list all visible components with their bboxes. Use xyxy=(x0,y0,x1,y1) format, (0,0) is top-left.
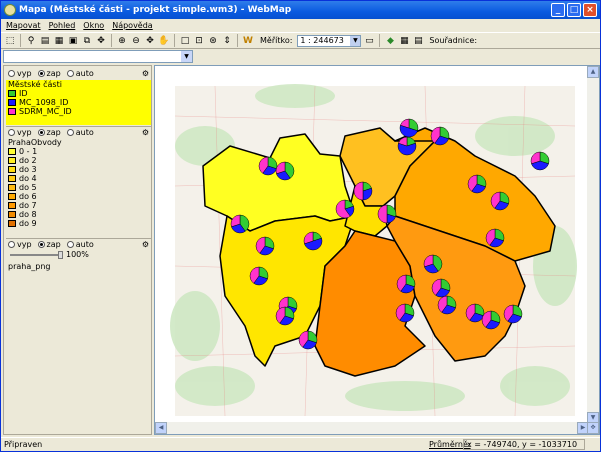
layer-title: Městské části xyxy=(8,80,62,89)
layer-name: praha_png xyxy=(8,262,51,271)
legend-item: ID xyxy=(6,89,151,98)
zoom-in-icon[interactable]: ⊕ xyxy=(116,35,128,47)
scale-apply-icon[interactable]: ▭ xyxy=(363,35,375,47)
close-button[interactable]: × xyxy=(583,3,597,17)
legend-item: do 3 xyxy=(6,165,151,174)
binoculars-icon[interactable]: ⚲ xyxy=(25,35,37,47)
scroll-left-icon[interactable]: ◀ xyxy=(155,422,167,434)
radio-zap[interactable]: zap xyxy=(47,69,61,78)
chevron-down-icon[interactable]: ▼ xyxy=(350,35,361,46)
layer-settings-icon[interactable]: ⚙ xyxy=(142,240,149,249)
radio-vyp[interactable]: vyp xyxy=(17,240,32,249)
legend-item: do 9 xyxy=(6,219,151,228)
zoom-rect-icon[interactable]: □ xyxy=(179,35,191,47)
menu-napoveda[interactable]: Nápověda xyxy=(112,21,153,30)
hand-icon[interactable]: ✋ xyxy=(158,35,170,47)
save-icon[interactable]: ▣ xyxy=(67,35,79,47)
layer-mestske-casti: vyp zap auto ⚙ Městské části ID MC_1098_… xyxy=(6,68,151,125)
webmap-icon[interactable]: W xyxy=(242,35,254,47)
layer-settings-icon[interactable]: ⚙ xyxy=(142,128,149,137)
map-svg xyxy=(170,84,577,417)
select-icon[interactable]: ⬚ xyxy=(4,35,16,47)
coords-readout: x = -749740, y = -1033710 xyxy=(463,439,585,450)
print-icon[interactable]: ▤ xyxy=(39,35,51,47)
legend-icon[interactable]: ◆ xyxy=(384,35,396,47)
radio-zap[interactable]: zap xyxy=(47,240,61,249)
scroll-up-icon[interactable]: ▲ xyxy=(587,66,599,78)
legend-item: SDRM_MC_ID xyxy=(6,107,151,116)
menu-pohled[interactable]: Pohled xyxy=(49,21,76,30)
opacity-value: 100% xyxy=(66,250,89,259)
zoom-all-icon[interactable]: ⊡ xyxy=(193,35,205,47)
table-icon[interactable]: ▦ xyxy=(398,35,410,47)
center-icon[interactable]: ⊛ xyxy=(207,35,219,47)
legend-item: do 8 xyxy=(6,210,151,219)
layer-praha-png: vyp zap auto ⚙ 100% praha_png xyxy=(6,238,151,271)
radio-auto[interactable]: auto xyxy=(76,69,94,78)
radio-vyp[interactable]: vyp xyxy=(17,128,32,137)
query-icon[interactable]: ⇕ xyxy=(221,35,233,47)
minimize-button[interactable]: _ xyxy=(551,3,565,17)
horizontal-scrollbar[interactable]: ◀ ▶ xyxy=(155,422,589,434)
pan-corner-icon[interactable]: ✥ xyxy=(587,422,599,434)
radio-zap[interactable]: zap xyxy=(47,128,61,137)
status-bar: Připraven Průměrně: x = -749740, y = -10… xyxy=(1,437,600,451)
menu-bar: Mapovat Pohled Okno Nápověda xyxy=(1,19,600,32)
scale-select[interactable]: 1 : 244673 ▼ xyxy=(297,34,362,47)
layers-icon[interactable]: ▦ xyxy=(53,35,65,47)
pan-icon[interactable]: ✥ xyxy=(144,35,156,47)
legend-item: 0 - 1 xyxy=(6,147,151,156)
menu-okno[interactable]: Okno xyxy=(83,21,104,30)
grid-icon[interactable]: ▤ xyxy=(412,35,424,47)
legend-item: do 6 xyxy=(6,192,151,201)
legend-item: do 4 xyxy=(6,174,151,183)
export-icon[interactable]: ⧉ xyxy=(81,35,93,47)
map-canvas[interactable]: ▲ ▼ ◀ ▶ ✥ xyxy=(154,65,600,435)
layer-settings-icon[interactable]: ⚙ xyxy=(142,69,149,78)
chevron-down-icon[interactable]: ▼ xyxy=(181,51,192,62)
app-icon xyxy=(4,4,16,16)
opacity-slider[interactable]: 100% xyxy=(8,250,151,260)
title-bar: Mapa (Městské části - projekt simple.wm3… xyxy=(1,1,600,19)
coords-label: Souřadnice: xyxy=(429,36,478,45)
layer-title: PrahaObvody xyxy=(8,138,62,147)
radio-auto[interactable]: auto xyxy=(76,240,94,249)
status-text: Připraven xyxy=(4,440,43,449)
radio-auto[interactable]: auto xyxy=(76,128,94,137)
legend-item: MC_1098_ID xyxy=(6,98,151,107)
window-title: Mapa (Městské části - projekt simple.wm3… xyxy=(19,5,292,15)
legend-item: do 2 xyxy=(6,156,151,165)
app-window: Mapa (Městské části - projekt simple.wm3… xyxy=(0,0,601,452)
menu-mapovat[interactable]: Mapovat xyxy=(6,21,41,30)
layer-combo[interactable]: ▼ xyxy=(3,50,193,63)
legend-item: do 7 xyxy=(6,201,151,210)
move-icon[interactable]: ✥ xyxy=(95,35,107,47)
layer-praha-obvody: vyp zap auto ⚙ PrahaObvody 0 - 1 do 2 do… xyxy=(6,126,151,228)
layer-panel: vyp zap auto ⚙ Městské části ID MC_1098_… xyxy=(3,65,152,435)
radio-vyp[interactable]: vyp xyxy=(17,69,32,78)
maximize-button[interactable]: □ xyxy=(567,3,581,17)
vertical-scrollbar[interactable]: ▲ ▼ xyxy=(587,66,599,424)
zoom-out-icon[interactable]: ⊖ xyxy=(130,35,142,47)
toolbar: ⬚ ⚲ ▤ ▦ ▣ ⧉ ✥ ⊕ ⊖ ✥ ✋ □ ⊡ ⊛ ⇕ W Měřítko:… xyxy=(1,32,600,49)
scale-label: Měřítko: xyxy=(260,36,293,45)
legend-item: do 5 xyxy=(6,183,151,192)
scale-value: 1 : 244673 xyxy=(300,35,344,45)
